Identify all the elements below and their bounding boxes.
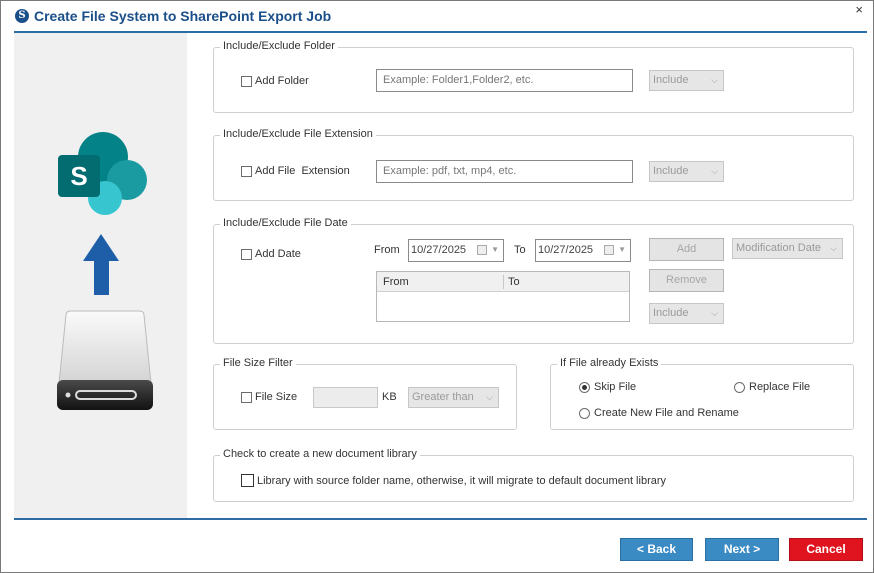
export-job-dialog: S Create File System to SharePoint Expor…: [0, 0, 874, 573]
folder-filter-legend: Include/Exclude Folder: [220, 40, 338, 52]
illustration-panel: S: [14, 33, 187, 518]
file-size-input[interactable]: [313, 387, 378, 408]
grid-column-divider: [503, 275, 504, 289]
add-date-button[interactable]: Add: [649, 238, 724, 261]
date-type-value: Modification Date: [736, 242, 821, 254]
remove-date-button[interactable]: Remove: [649, 269, 724, 292]
to-date-value: 10/27/2025: [538, 244, 594, 256]
title-bar: S Create File System to SharePoint Expor…: [1, 1, 873, 31]
folder-include-value: Include: [653, 74, 689, 86]
chevron-down-icon: ⌵: [830, 243, 837, 253]
rename-file-label: Create New File and Rename: [594, 407, 739, 419]
rename-file-radio-dot[interactable]: [579, 407, 590, 419]
folder-names-input[interactable]: Example: Folder1,Folder2, etc.: [376, 69, 633, 92]
library-legend: Check to create a new document library: [220, 448, 420, 460]
skip-file-label: Skip File: [594, 381, 637, 393]
hard-drive-icon: [57, 310, 153, 410]
date-range-grid[interactable]: From To: [376, 271, 630, 322]
from-date-value: 10/27/2025: [411, 244, 467, 256]
file-size-checkbox[interactable]: File Size: [241, 391, 297, 403]
illustration: S: [57, 132, 153, 410]
sharepoint-logo-icon: S: [58, 132, 147, 215]
add-folder-label: Add Folder: [255, 75, 309, 87]
add-date-checkbox-box[interactable]: [241, 248, 252, 260]
skip-file-radio-dot[interactable]: [579, 381, 590, 393]
to-date-label: To: [514, 244, 526, 256]
file-size-checkbox-box[interactable]: [241, 391, 252, 403]
chevron-down-icon: ⌵: [486, 392, 493, 402]
to-date-picker[interactable]: 10/27/2025 ▼: [535, 239, 631, 262]
add-extension-checkbox-box[interactable]: [241, 165, 252, 177]
back-button[interactable]: < Back: [620, 538, 693, 561]
add-date-label: Add Date: [255, 248, 301, 260]
replace-file-label: Replace File: [749, 381, 811, 393]
add-folder-checkbox[interactable]: Add Folder: [241, 75, 309, 87]
replace-file-radio-dot[interactable]: [734, 381, 745, 393]
add-extension-label: Add File Extension: [255, 165, 350, 177]
from-date-label: From: [374, 244, 400, 256]
upload-arrow-icon: [83, 234, 119, 295]
date-include-select[interactable]: Include ⌵: [649, 303, 724, 324]
next-button[interactable]: Next >: [705, 538, 779, 561]
svg-text:S: S: [70, 161, 87, 191]
app-logo-icon: S: [15, 9, 29, 23]
dialog-title: Create File System to SharePoint Export …: [34, 8, 332, 24]
new-library-checkbox[interactable]: Library with source folder name, otherwi…: [241, 474, 666, 487]
size-comparison-value: Greater than: [412, 391, 474, 403]
date-include-value: Include: [653, 307, 689, 319]
rename-file-radio[interactable]: Create New File and Rename: [579, 407, 739, 419]
size-filter-legend: File Size Filter: [220, 357, 296, 369]
date-type-select[interactable]: Modification Date ⌵: [732, 238, 843, 259]
grid-column-to: To: [508, 276, 520, 288]
size-unit-label: KB: [382, 391, 397, 403]
add-folder-checkbox-box[interactable]: [241, 75, 252, 87]
extension-filter-legend: Include/Exclude File Extension: [220, 128, 376, 140]
extension-include-select[interactable]: Include ⌵: [649, 161, 724, 182]
size-comparison-select[interactable]: Greater than ⌵: [408, 387, 499, 408]
add-extension-checkbox[interactable]: Add File Extension: [241, 165, 350, 177]
chevron-down-icon: ▼: [491, 245, 499, 254]
close-icon[interactable]: ×: [855, 2, 863, 17]
calendar-icon: [477, 245, 487, 255]
file-size-label: File Size: [255, 391, 298, 403]
grid-column-from: From: [383, 276, 409, 288]
calendar-icon: [604, 245, 614, 255]
chevron-down-icon: ⌵: [711, 75, 718, 85]
footer-divider: [14, 518, 867, 520]
file-exists-legend: If File already Exists: [557, 357, 662, 369]
folder-include-select[interactable]: Include ⌵: [649, 70, 724, 91]
cancel-button[interactable]: Cancel: [789, 538, 863, 561]
replace-file-radio[interactable]: Replace File: [734, 381, 810, 393]
chevron-down-icon: ⌵: [711, 308, 718, 318]
add-date-checkbox[interactable]: Add Date: [241, 248, 301, 260]
chevron-down-icon: ⌵: [711, 166, 718, 176]
skip-file-radio[interactable]: Skip File: [579, 381, 636, 393]
chevron-down-icon: ▼: [618, 245, 626, 254]
date-filter-legend: Include/Exclude File Date: [220, 217, 351, 229]
new-library-label: Library with source folder name, otherwi…: [257, 474, 667, 487]
from-date-picker[interactable]: 10/27/2025 ▼: [408, 239, 504, 262]
date-grid-header: From To: [377, 272, 629, 292]
extension-input[interactable]: Example: pdf, txt, mp4, etc.: [376, 160, 633, 183]
extension-include-value: Include: [653, 165, 689, 177]
file-exists-group: If File already Exists: [550, 357, 854, 430]
new-library-checkbox-box[interactable]: [241, 474, 254, 487]
